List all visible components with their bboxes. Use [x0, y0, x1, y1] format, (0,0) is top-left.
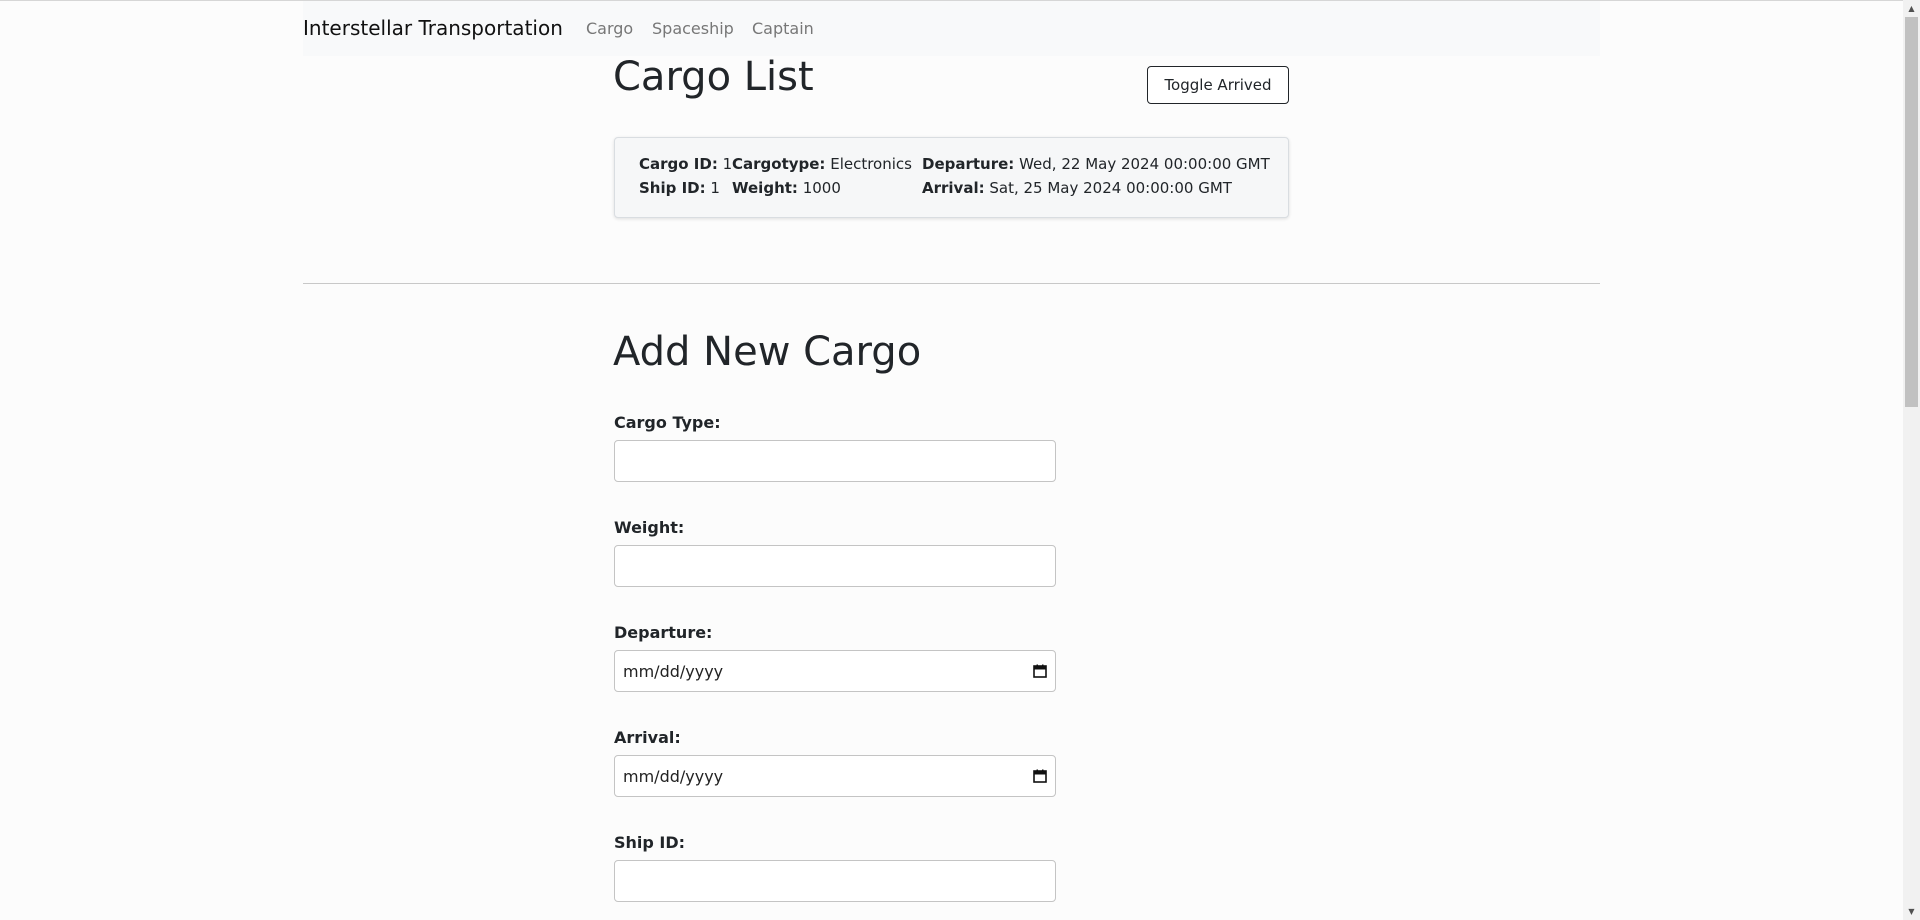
arrival-field: Arrival: Sat, 25 May 2024 00:00:00 GMT — [922, 179, 1232, 197]
nav-link-captain[interactable]: Captain — [752, 19, 814, 38]
arrival-date-placeholder: mm/dd/yyyy — [623, 766, 724, 786]
weight-value: 1000 — [802, 179, 841, 197]
cargotype-label: Cargotype: — [732, 155, 826, 173]
cargo-card: Cargo ID: 1 Ship ID: 1 Cargotype: Electr… — [614, 137, 1289, 218]
weight-field: Weight: 1000 — [732, 179, 841, 197]
cargo-list-title: Cargo List — [613, 54, 814, 100]
cargo-type-input[interactable] — [614, 440, 1056, 482]
section-divider — [303, 283, 1600, 284]
cargotype-field: Cargotype: Electronics — [732, 155, 912, 173]
cargo-id-label: Cargo ID: — [639, 155, 718, 173]
ship-id-label: Ship ID: — [614, 833, 686, 852]
toggle-arrived-button[interactable]: Toggle Arrived — [1147, 66, 1289, 104]
ship-id-input[interactable] — [614, 860, 1056, 902]
scroll-up-icon[interactable]: ▲ — [1903, 0, 1920, 17]
arrival-label: Arrival: — [614, 728, 681, 747]
scroll-down-icon[interactable]: ▼ — [1903, 903, 1920, 920]
ship-id-label: Ship ID: — [639, 179, 706, 197]
departure-field: Departure: Wed, 22 May 2024 00:00:00 GMT — [922, 155, 1270, 173]
add-cargo-title: Add New Cargo — [613, 329, 922, 375]
arrival-date-input[interactable]: mm/dd/yyyy — [614, 755, 1056, 797]
departure-date-placeholder: mm/dd/yyyy — [623, 661, 724, 681]
weight-label: Weight: — [732, 179, 798, 197]
calendar-icon[interactable] — [1033, 769, 1047, 783]
departure-label: Departure: — [614, 623, 713, 642]
cargo-id-value: 1 — [722, 155, 733, 173]
nav-link-cargo[interactable]: Cargo — [586, 19, 633, 38]
navbar-brand[interactable]: Interstellar Transportation — [303, 16, 563, 40]
navbar: Interstellar Transportation Cargo Spaces… — [303, 1, 1600, 56]
cargotype-value: Electronics — [830, 155, 912, 173]
nav-link-spaceship[interactable]: Spaceship — [652, 19, 734, 38]
cargo-id-field: Cargo ID: 1 — [639, 155, 732, 173]
vertical-scrollbar[interactable]: ▲ ▼ — [1903, 0, 1920, 920]
page: Interstellar Transportation Cargo Spaces… — [0, 0, 1920, 920]
ship-id-value: 1 — [710, 179, 720, 197]
departure-label: Departure: — [922, 155, 1015, 173]
calendar-icon[interactable] — [1033, 664, 1047, 678]
weight-label: Weight: — [614, 518, 685, 537]
weight-input[interactable] — [614, 545, 1056, 587]
departure-date-input[interactable]: mm/dd/yyyy — [614, 650, 1056, 692]
departure-value: Wed, 22 May 2024 00:00:00 GMT — [1019, 155, 1270, 173]
arrival-label: Arrival: — [922, 179, 985, 197]
scrollbar-thumb[interactable] — [1905, 17, 1918, 407]
arrival-value: Sat, 25 May 2024 00:00:00 GMT — [989, 179, 1232, 197]
cargo-type-label: Cargo Type: — [614, 413, 721, 432]
ship-id-field: Ship ID: 1 — [639, 179, 720, 197]
